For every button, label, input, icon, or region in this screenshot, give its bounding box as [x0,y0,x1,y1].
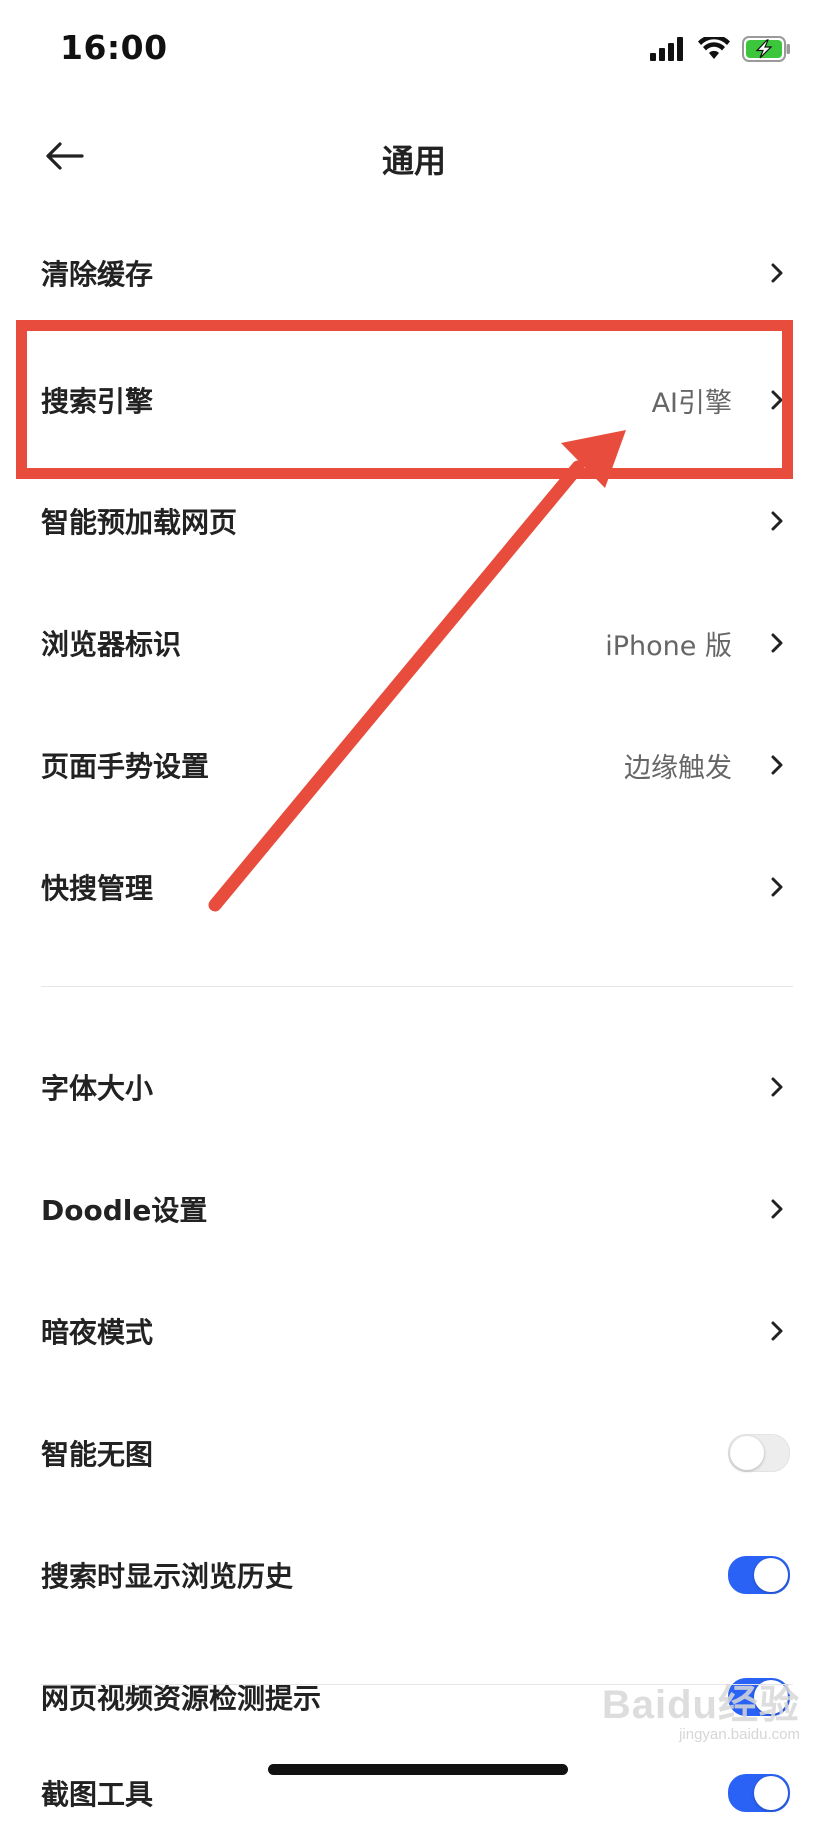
chevron-right-icon [762,1194,792,1224]
screenshot-tool-toggle[interactable] [728,1774,790,1812]
nav-bar: 通用 [0,110,828,206]
toggle-knob [754,1680,788,1714]
row-label: 页面手势设置 [41,750,210,783]
settings-row-quick-search[interactable]: 快搜管理 [0,832,828,942]
settings-row-video-detect: 网页视频资源检测提示 [0,1642,828,1752]
chevron-right-icon [762,628,792,658]
settings-row-show-history: 搜索时显示浏览历史 [0,1520,828,1630]
section-divider [41,986,793,987]
toggle-knob [754,1558,788,1592]
settings-row-doodle[interactable]: Doodle设置 [0,1154,828,1264]
row-label: 搜索时显示浏览历史 [41,1560,294,1593]
status-bar: 16:00 [0,0,828,96]
toggle-knob [754,1776,788,1810]
row-label: 清除缓存 [41,258,154,291]
home-indicator [268,1764,568,1775]
toggle-knob [730,1436,764,1470]
row-divider [41,1684,793,1685]
row-value: iPhone 版 [605,630,732,662]
settings-row-clear-cache[interactable]: 清除缓存 [0,218,828,328]
chevron-right-icon [762,506,792,536]
wifi-icon [698,34,730,65]
chevron-right-icon [762,1316,792,1346]
row-label: 截图工具 [41,1778,154,1811]
row-label: 浏览器标识 [41,628,182,661]
page-title: 通用 [381,142,446,180]
chevron-right-icon [762,750,792,780]
settings-row-font-size[interactable]: 字体大小 [0,1032,828,1142]
chevron-right-icon [762,385,792,415]
row-label: 字体大小 [41,1072,154,1105]
row-label: 智能预加载网页 [41,506,238,539]
chevron-right-icon [762,872,792,902]
status-time: 16:00 [60,28,168,67]
row-value: AI引擎 [651,387,732,419]
row-label: 网页视频资源检测提示 [41,1682,322,1715]
chevron-right-icon [762,1072,792,1102]
settings-row-screenshot-tool: 截图工具 [0,1738,828,1848]
row-label: 搜索引擎 [41,385,154,418]
row-label: Doodle设置 [41,1194,208,1227]
status-icons [650,34,792,66]
settings-row-no-image: 智能无图 [0,1398,828,1508]
row-label: 快搜管理 [41,872,154,905]
row-label: 智能无图 [41,1438,154,1471]
settings-row-dark-mode[interactable]: 暗夜模式 [0,1276,828,1386]
cellular-signal-icon [650,37,686,65]
settings-row-user-agent[interactable]: 浏览器标识 iPhone 版 [0,588,828,698]
chevron-right-icon [762,258,792,288]
battery-charging-icon [742,36,792,66]
show-history-toggle[interactable] [728,1556,790,1594]
settings-row-preload[interactable]: 智能预加载网页 [0,466,828,576]
no-image-toggle[interactable] [728,1434,790,1472]
row-value: 边缘触发 [624,752,732,784]
row-label: 暗夜模式 [41,1316,154,1349]
settings-row-search-engine[interactable]: 搜索引擎 AI引擎 [0,345,828,455]
settings-row-gesture[interactable]: 页面手势设置 边缘触发 [0,710,828,820]
